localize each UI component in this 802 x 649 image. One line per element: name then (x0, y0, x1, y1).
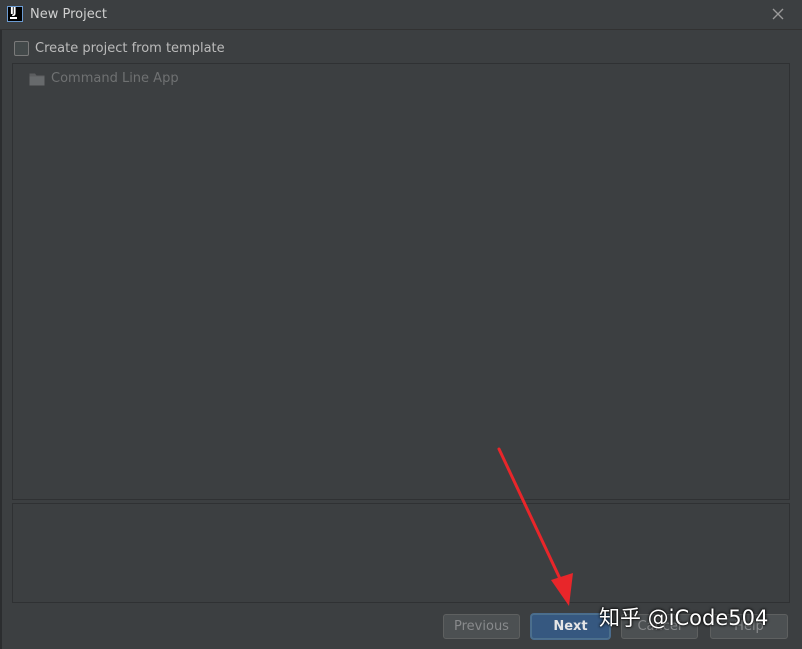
dialog-title: New Project (30, 7, 107, 22)
intellij-icon: IJ (7, 6, 23, 22)
cancel-button[interactable]: Cancel (621, 614, 698, 639)
create-from-template-checkbox[interactable] (14, 40, 29, 56)
close-button[interactable] (768, 4, 788, 24)
template-description-panel (12, 503, 790, 603)
list-item[interactable]: Command Line App (29, 71, 179, 86)
folder-icon (29, 72, 45, 86)
template-list: Command Line App (12, 63, 790, 500)
window-left-edge (0, 0, 2, 649)
dialog-titlebar: IJ New Project (0, 0, 802, 30)
create-from-template-option[interactable]: Create project from template (14, 39, 225, 57)
app-icon-text: IJ (10, 6, 17, 17)
next-button[interactable]: Next (531, 614, 610, 639)
list-item-label: Command Line App (51, 71, 179, 86)
help-button[interactable]: Help (710, 614, 788, 639)
create-from-template-label: Create project from template (35, 40, 225, 56)
close-icon (772, 8, 784, 20)
previous-button[interactable]: Previous (443, 614, 520, 639)
